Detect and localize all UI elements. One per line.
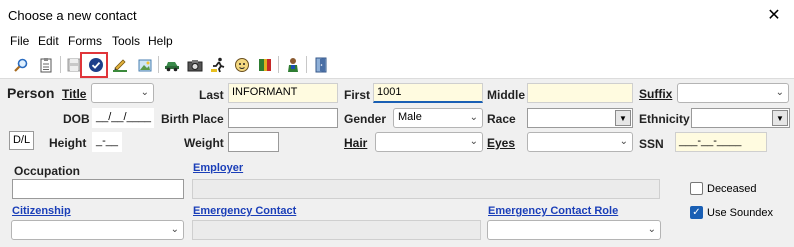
emergency-contact-role-select[interactable]: ⌄ [487,220,661,240]
person-icon[interactable] [283,55,302,74]
height-input[interactable]: _-__ [92,132,122,152]
menu-forms[interactable]: Forms [68,34,102,48]
gender-label: Gender [344,112,387,126]
use-soundex-checkbox[interactable]: ✓ Use Soundex [690,206,773,219]
gender-select[interactable]: Male ⌄ [393,108,483,128]
first-name-input[interactable]: 1001 [373,83,483,103]
race-select[interactable]: ▼ [527,108,633,128]
hair-select[interactable]: ⌄ [375,132,483,152]
car-icon[interactable] [162,55,181,74]
middle-label: Middle [487,88,525,102]
highlight-box [80,52,108,78]
toolbar [0,51,794,79]
occupation-input[interactable] [12,179,184,199]
title-select[interactable]: ⌄ [91,83,154,103]
race-label: Race [487,112,516,126]
door-icon[interactable] [311,55,330,74]
deceased-box[interactable] [690,182,703,195]
gender-value: Male [398,111,422,123]
ssn-label: SSN [639,137,664,151]
ethnicity-label: Ethnicity [639,112,690,126]
emergency-contact-link[interactable]: Emergency Contact [193,205,296,217]
citizenship-select[interactable]: ⌄ [11,220,184,240]
occupation-label: Occupation [14,164,81,178]
height-label: Height [49,136,87,150]
citizenship-link[interactable]: Citizenship [12,205,71,217]
dl-button[interactable]: D/L [9,131,34,150]
clipboard-icon[interactable] [36,55,55,74]
suffix-select[interactable]: ⌄ [677,83,789,103]
ethnicity-select[interactable]: ▼ [691,108,790,128]
employer-link[interactable]: Employer [193,162,243,174]
image-icon[interactable] [135,55,154,74]
menu-bar: File Edit Forms Tools Help [0,31,794,51]
last-label: Last [199,88,224,102]
hair-link[interactable]: Hair [344,136,367,150]
suffix-link[interactable]: Suffix [639,87,672,101]
camera-icon[interactable] [185,55,204,74]
menu-file[interactable]: File [10,34,29,48]
window-title: Choose a new contact [8,8,137,23]
last-name-input[interactable]: INFORMANT [228,83,338,103]
eyes-select[interactable]: ⌄ [527,132,633,152]
dob-label: DOB [63,112,90,126]
face-icon[interactable] [232,55,251,74]
deceased-label: Deceased [707,182,757,195]
menu-help[interactable]: Help [148,34,173,48]
title-link[interactable]: Title [62,87,86,101]
book-icon[interactable] [255,55,274,74]
employer-input [192,179,660,199]
birthplace-label: Birth Place [161,112,224,126]
emergency-contact-input [192,220,481,240]
use-soundex-label: Use Soundex [707,206,774,219]
menu-edit[interactable]: Edit [38,34,59,48]
middle-name-input[interactable] [527,83,633,103]
dob-input[interactable]: __/__/____ [92,108,154,128]
ssn-input[interactable]: ___-__-____ [675,132,767,152]
first-label: First [344,88,371,102]
close-icon[interactable]: ✕ [764,5,784,25]
person-heading: Person [7,85,55,101]
eyes-link[interactable]: Eyes [487,136,515,150]
deceased-checkbox[interactable]: Deceased [690,182,757,195]
check-icon[interactable]: ✓ [690,206,703,219]
runner-icon[interactable] [208,55,227,74]
search-icon[interactable] [11,55,30,74]
weight-label: Weight [184,136,224,150]
title-bar: Choose a new contact ✕ [0,0,794,31]
pencil-icon[interactable] [110,55,129,74]
weight-input[interactable] [228,132,279,152]
menu-tools[interactable]: Tools [112,34,140,48]
birthplace-input[interactable] [228,108,338,128]
emergency-contact-role-link[interactable]: Emergency Contact Role [488,205,618,217]
